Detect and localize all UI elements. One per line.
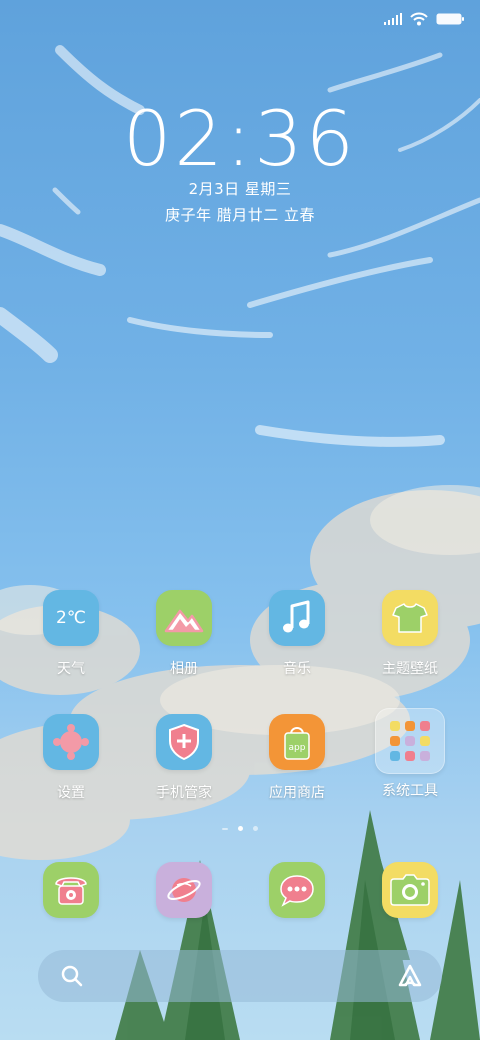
tshirt-icon: [382, 590, 438, 646]
assistant-icon[interactable]: [396, 963, 424, 989]
dock-phone[interactable]: [16, 862, 126, 918]
app-store[interactable]: app 应用商店: [242, 714, 352, 802]
status-bar: [384, 12, 464, 26]
app-store-icon: app: [269, 714, 325, 770]
app-label: 手机管家: [156, 785, 212, 801]
page-dot[interactable]: [222, 827, 228, 830]
app-label: 主题壁纸: [382, 661, 438, 677]
app-label: 设置: [57, 785, 85, 801]
clock-time: 02:36: [122, 94, 358, 183]
browser-icon: [156, 862, 212, 918]
music-icon: [269, 590, 325, 646]
battery-icon: [436, 13, 464, 25]
search-bar[interactable]: [38, 950, 442, 1002]
app-label: 天气: [57, 661, 85, 677]
home-screen: 02:36 2月3日 星期三 庚子年 腊月廿二 立春 2℃ 天气 相册 音乐 主…: [0, 0, 480, 1040]
shield-icon: [156, 714, 212, 770]
date-text: 2月3日 星期三: [188, 180, 292, 198]
camera-icon: [382, 862, 438, 918]
app-label: 系统工具: [382, 783, 438, 799]
app-label: 音乐: [283, 661, 311, 677]
app-label: 应用商店: [269, 785, 325, 801]
app-security[interactable]: 手机管家: [129, 714, 239, 802]
wifi-icon: [410, 12, 428, 26]
weather-temp: 2℃: [56, 608, 86, 628]
messages-icon: [269, 862, 325, 918]
weather-icon: 2℃: [43, 590, 99, 646]
app-themes[interactable]: 主题壁纸: [355, 590, 465, 678]
page-dot-active[interactable]: [238, 826, 243, 831]
app-gallery[interactable]: 相册: [129, 590, 239, 678]
dock-messages[interactable]: [242, 862, 352, 918]
dock-browser[interactable]: [129, 862, 239, 918]
gallery-icon: [156, 590, 212, 646]
folder-system-tools[interactable]: 系统工具: [355, 708, 465, 800]
app-music[interactable]: 音乐: [242, 590, 352, 678]
lunar-date-text: 庚子年 腊月廿二 立春: [164, 206, 316, 224]
app-store-icon-text: app: [289, 743, 306, 753]
page-dot[interactable]: [253, 826, 258, 831]
app-label: 相册: [170, 661, 198, 677]
signal-icon: [384, 13, 402, 25]
page-indicator[interactable]: [0, 826, 480, 831]
phone-icon: [43, 862, 99, 918]
folder-icon: [375, 708, 445, 774]
app-weather[interactable]: 2℃ 天气: [16, 590, 126, 678]
app-settings[interactable]: 设置: [16, 714, 126, 802]
search-icon[interactable]: [60, 964, 84, 988]
dock-camera[interactable]: [355, 862, 465, 918]
settings-icon: [43, 714, 99, 770]
